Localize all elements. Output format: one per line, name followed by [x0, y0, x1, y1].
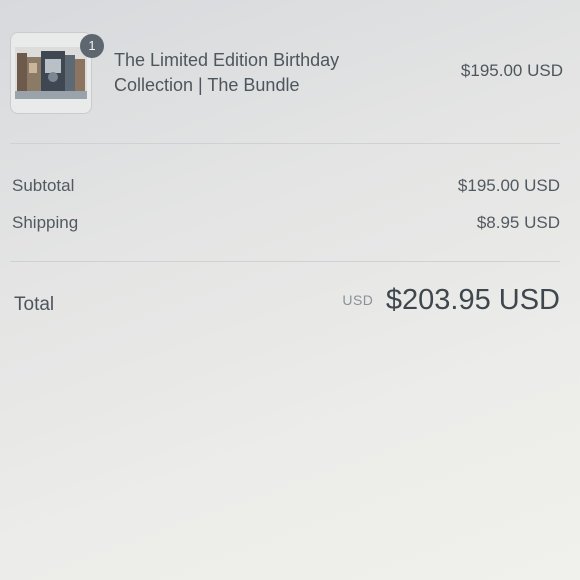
total-amount-wrap: USD $203.95 USD: [342, 284, 560, 317]
order-summary: 1 The Limited Edition Birthday Collectio…: [0, 0, 580, 580]
shipping-label: Shipping: [12, 213, 79, 232]
total-label: Total: [14, 294, 55, 315]
total-row: Total USD $203.95 USD: [12, 284, 560, 324]
subtotal-value: $195.00 USD: [457, 176, 560, 195]
subtotal-row: Subtotal $195.00 USD: [12, 176, 560, 200]
shipping-value: $8.95 USD: [476, 213, 560, 232]
product-title-line-2: Collection | The Bundle: [114, 75, 300, 95]
total-currency-code: USD: [342, 292, 374, 308]
product-title-line-1: The Limited Edition Birthday: [114, 50, 340, 70]
line-item: 1 The Limited Edition Birthday Collectio…: [10, 18, 566, 118]
divider: [10, 261, 560, 262]
product-price: $195.00 USD: [460, 61, 563, 80]
shipping-row: Shipping $8.95 USD: [12, 213, 560, 237]
product-title: The Limited Edition Birthday Collection …: [114, 48, 374, 98]
product-thumbnail-wrap: 1: [10, 32, 104, 114]
subtotal-label: Subtotal: [12, 176, 75, 195]
product-image: [15, 47, 87, 99]
quantity-badge: 1: [80, 34, 104, 58]
divider: [10, 143, 560, 144]
total-amount: $203.95 USD: [385, 284, 560, 316]
